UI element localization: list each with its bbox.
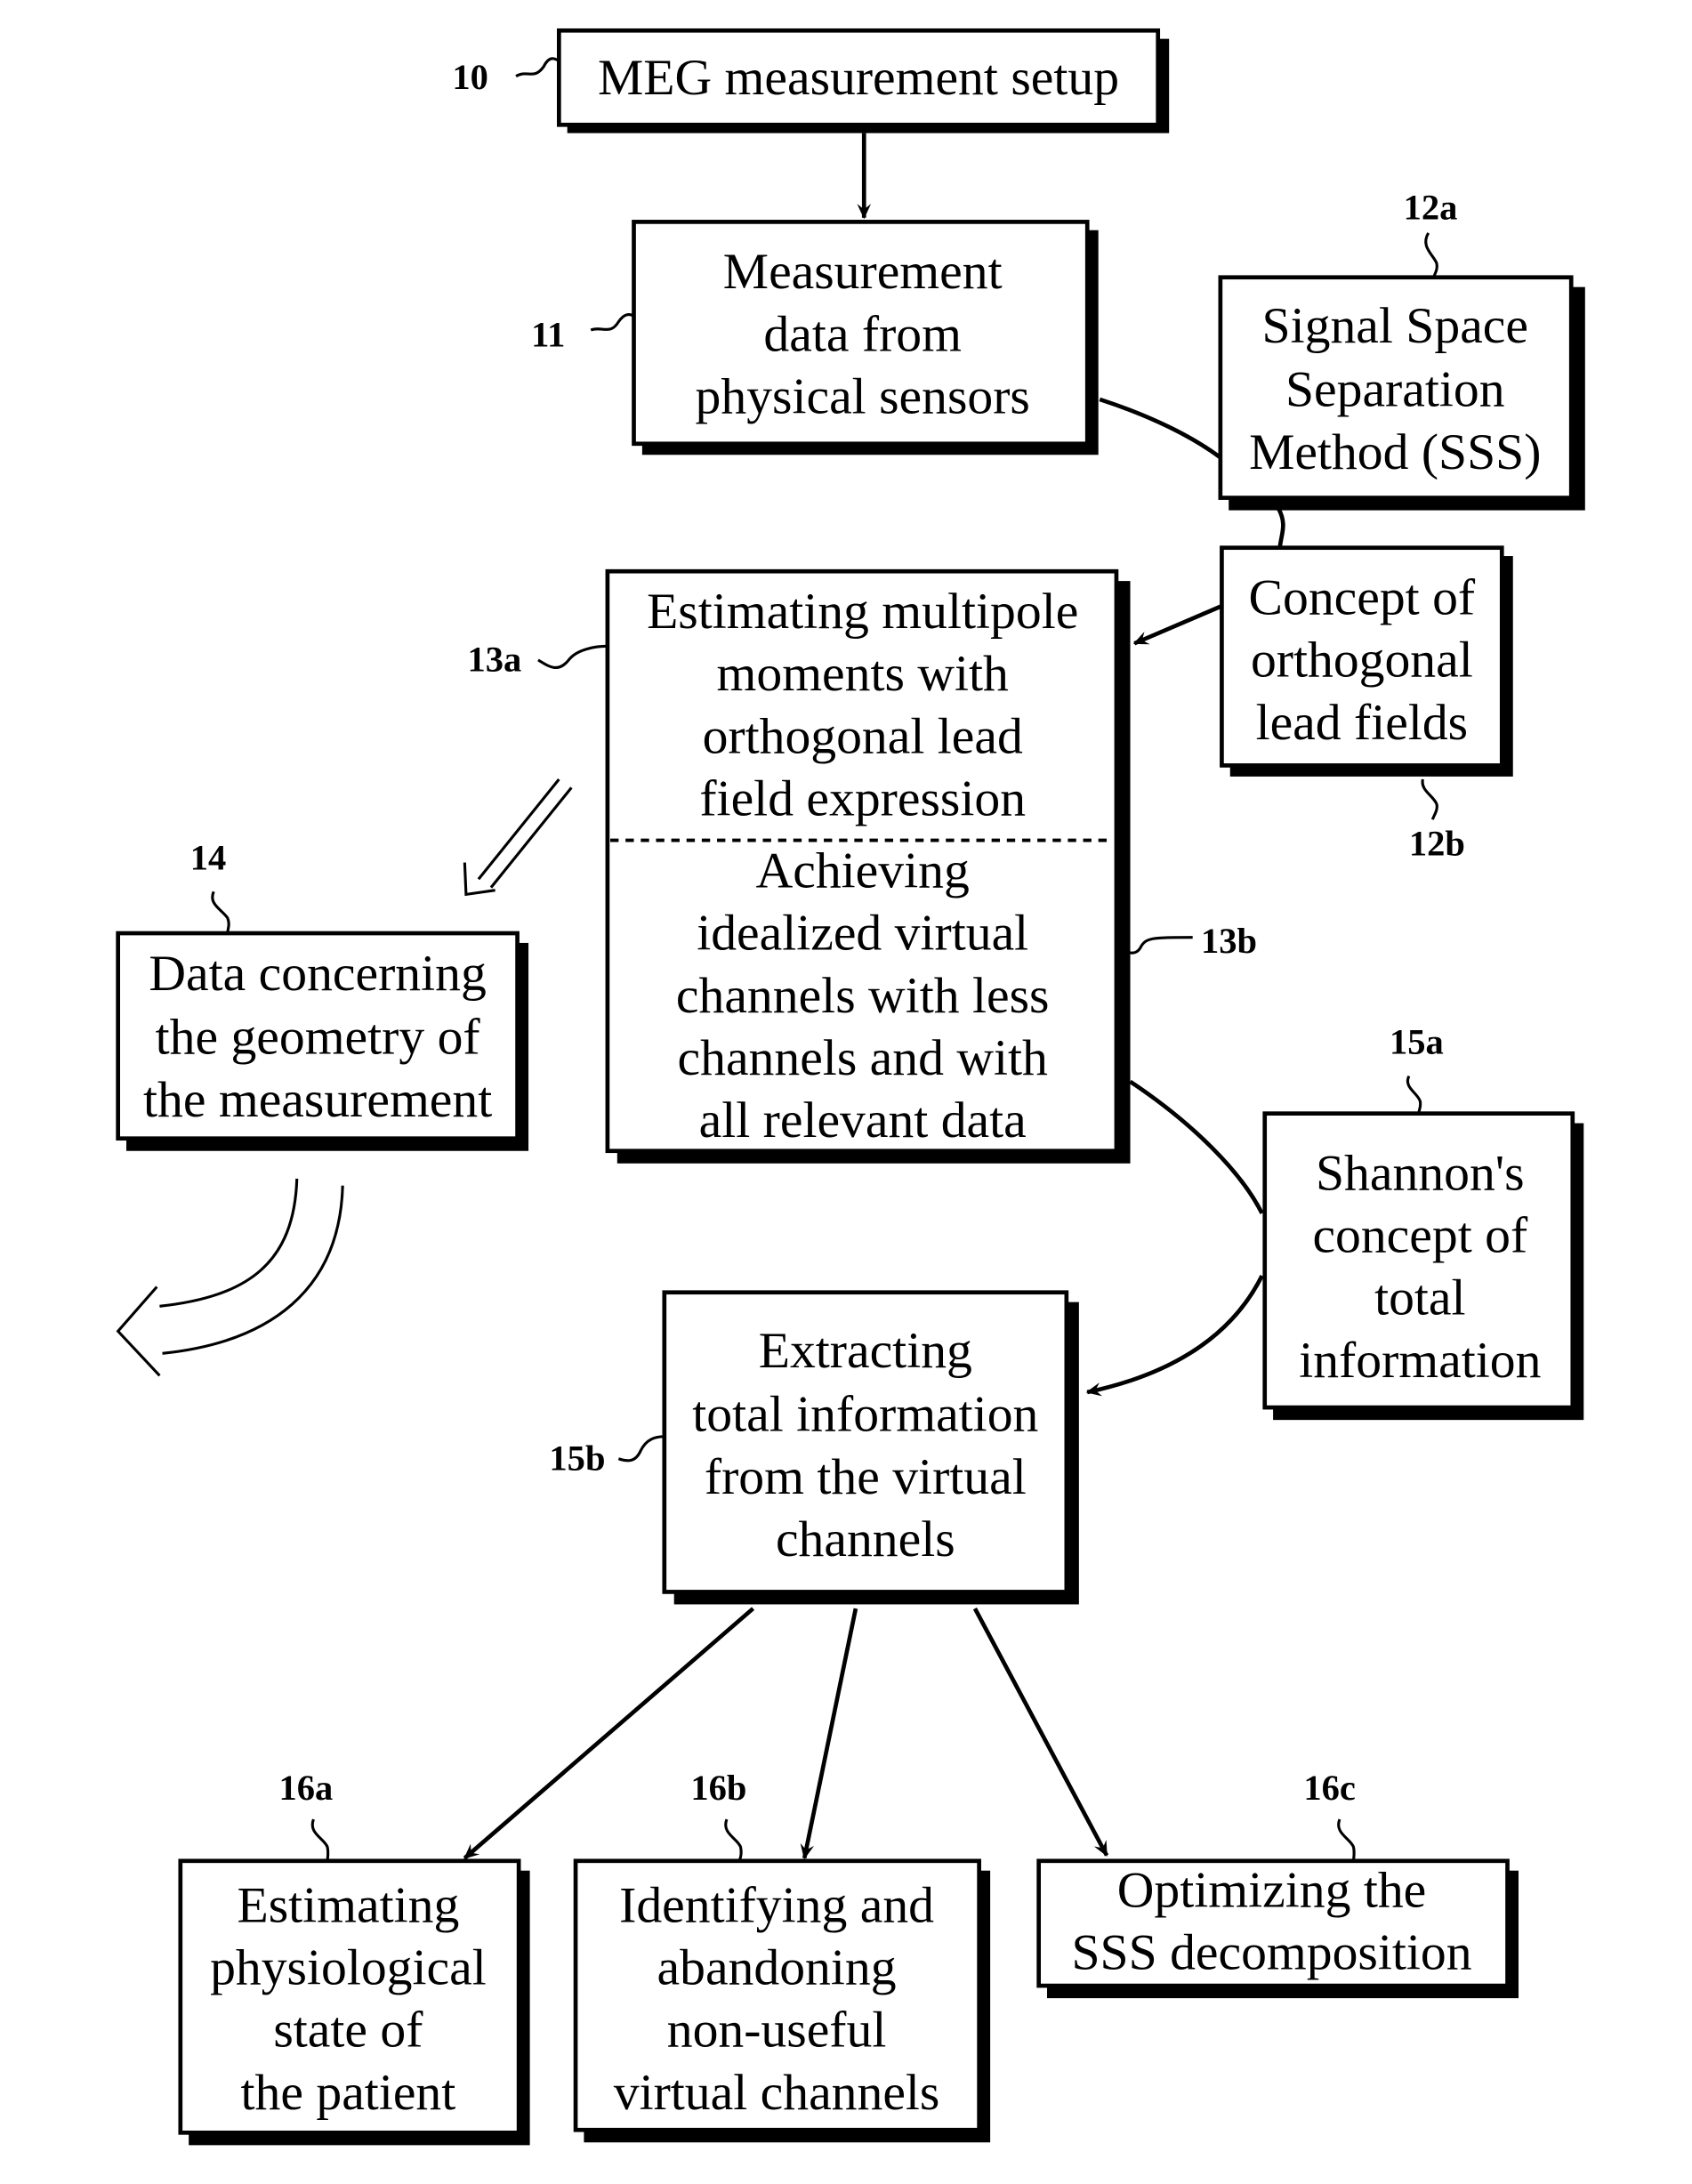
ref-11-leader — [590, 312, 635, 332]
edge-15b-16a — [463, 1607, 755, 1860]
ref-15a: 15a — [1390, 1022, 1444, 1062]
node-16b-line-1: Identifying and — [619, 1877, 934, 1933]
node-13a-line-4: field expression — [699, 771, 1026, 827]
ref-12a: 12a — [1404, 187, 1458, 227]
flowchart: MEG measurement setup Measurement data f… — [116, 28, 1585, 2146]
ref-10-leader — [515, 57, 560, 78]
ref-16a-leader — [310, 1818, 330, 1861]
node-12b-line-2: orthogonal — [1251, 633, 1473, 689]
ref-13a-leader — [537, 644, 608, 670]
node-16a-line-2: physiological — [210, 1940, 487, 1996]
ref-12b: 12b — [1409, 824, 1465, 864]
node-13a-line-2: moments with — [717, 646, 1009, 702]
node-12b: Concept of orthogonal lead fields — [1220, 545, 1513, 777]
node-11-line-2: data from — [763, 306, 962, 362]
ref-12a-leader — [1424, 232, 1438, 278]
node-13b-line-1: Achieving — [756, 843, 970, 899]
node-16c-line-2: SSS decomposition — [1071, 1924, 1471, 1980]
node-13: Estimating multipole moments with orthog… — [605, 568, 1131, 1164]
node-10-text: MEG measurement setup — [598, 50, 1119, 106]
node-12b-line-3: lead fields — [1256, 695, 1469, 751]
node-15a-line-4: information — [1299, 1333, 1541, 1389]
ref-12b-leader — [1421, 778, 1438, 820]
node-16a-line-4: the patient — [241, 2065, 456, 2121]
node-13b-line-3: channels with less — [676, 968, 1050, 1024]
node-15b-line-4: channels — [776, 1511, 955, 1567]
ref-11: 11 — [531, 315, 565, 355]
node-15a-line-1: Shannon's — [1316, 1145, 1525, 1201]
node-16a: Estimating physiological state of the pa… — [178, 1858, 530, 2146]
hollow-arrow-13a-14 — [463, 778, 573, 897]
node-12b-line-1: Concept of — [1249, 570, 1476, 626]
node-13b-line-2: idealized virtual — [697, 906, 1028, 962]
node-13a-line-1: Estimating multipole — [647, 584, 1078, 640]
node-15a-line-2: concept of — [1312, 1208, 1528, 1264]
node-14-line-1: Data concerning — [149, 946, 486, 1002]
edge-13b-15a — [1129, 1079, 1264, 1214]
edge-12a-12b — [1277, 507, 1285, 547]
node-11-line-1: Measurement — [723, 244, 1003, 300]
edge-12b-13a — [1132, 604, 1223, 646]
edge-11-12a — [1099, 397, 1222, 460]
node-15b: Extracting total information from the vi… — [662, 1290, 1079, 1605]
node-11: Measurement data from physical sensors — [632, 220, 1099, 455]
node-15a: Shannon's concept of total information — [1262, 1111, 1584, 1421]
node-12a-line-1: Signal Space — [1262, 298, 1528, 354]
ref-15b-leader — [617, 1435, 665, 1463]
ref-16a: 16a — [278, 1768, 333, 1808]
node-16a-line-1: Estimating — [238, 1877, 460, 1933]
node-15b-line-1: Extracting — [759, 1323, 972, 1379]
edge-15a-15b — [1085, 1274, 1264, 1397]
edge-15b-16b — [800, 1608, 858, 1860]
node-13b-line-4: channels and with — [678, 1030, 1048, 1086]
node-16c-line-1: Optimizing the — [1117, 1862, 1427, 1918]
ref-13a: 13a — [467, 639, 521, 679]
node-14-line-2: the geometry of — [156, 1010, 481, 1066]
node-12a-line-3: Method (SSS) — [1249, 424, 1541, 480]
node-16b-line-3: non-useful — [667, 2003, 887, 2059]
node-13a-line-3: orthogonal lead — [703, 708, 1023, 764]
node-16c: Optimizing the SSS decomposition — [1036, 1858, 1519, 1999]
ref-14: 14 — [190, 837, 227, 877]
node-11-line-3: physical sensors — [696, 369, 1030, 425]
ref-10: 10 — [452, 57, 488, 97]
ref-16b-leader — [724, 1818, 743, 1862]
ref-16c: 16c — [1303, 1768, 1356, 1808]
node-14-line-3: the measurement — [143, 1072, 492, 1128]
node-12a-line-2: Separation — [1285, 362, 1505, 418]
node-16b: Identifying and abandoning non-useful vi… — [573, 1858, 991, 2143]
edge-15b-16c — [972, 1608, 1109, 1857]
node-10: MEG measurement setup — [557, 28, 1170, 133]
node-16b-line-2: abandoning — [657, 1940, 897, 1996]
node-15b-line-3: from the virtual — [705, 1449, 1027, 1505]
hollow-curved-arrow-14 — [116, 1178, 344, 1377]
node-15b-line-2: total information — [692, 1387, 1038, 1443]
node-14: Data concerning the geometry of the meas… — [116, 931, 529, 1151]
ref-15b: 15b — [549, 1438, 605, 1478]
node-12a: Signal Space Separation Method (SSS) — [1218, 275, 1585, 511]
node-13b-line-5: all relevant data — [699, 1092, 1027, 1148]
node-15a-line-3: total — [1374, 1270, 1465, 1326]
ref-16c-leader — [1337, 1818, 1356, 1861]
ref-16b: 16b — [690, 1768, 746, 1808]
node-16b-line-4: virtual channels — [614, 2065, 940, 2121]
node-16a-line-3: state of — [273, 2003, 423, 2059]
ref-15a-leader — [1406, 1075, 1422, 1114]
ref-13b: 13b — [1201, 921, 1257, 961]
ref-14-leader — [211, 891, 230, 934]
